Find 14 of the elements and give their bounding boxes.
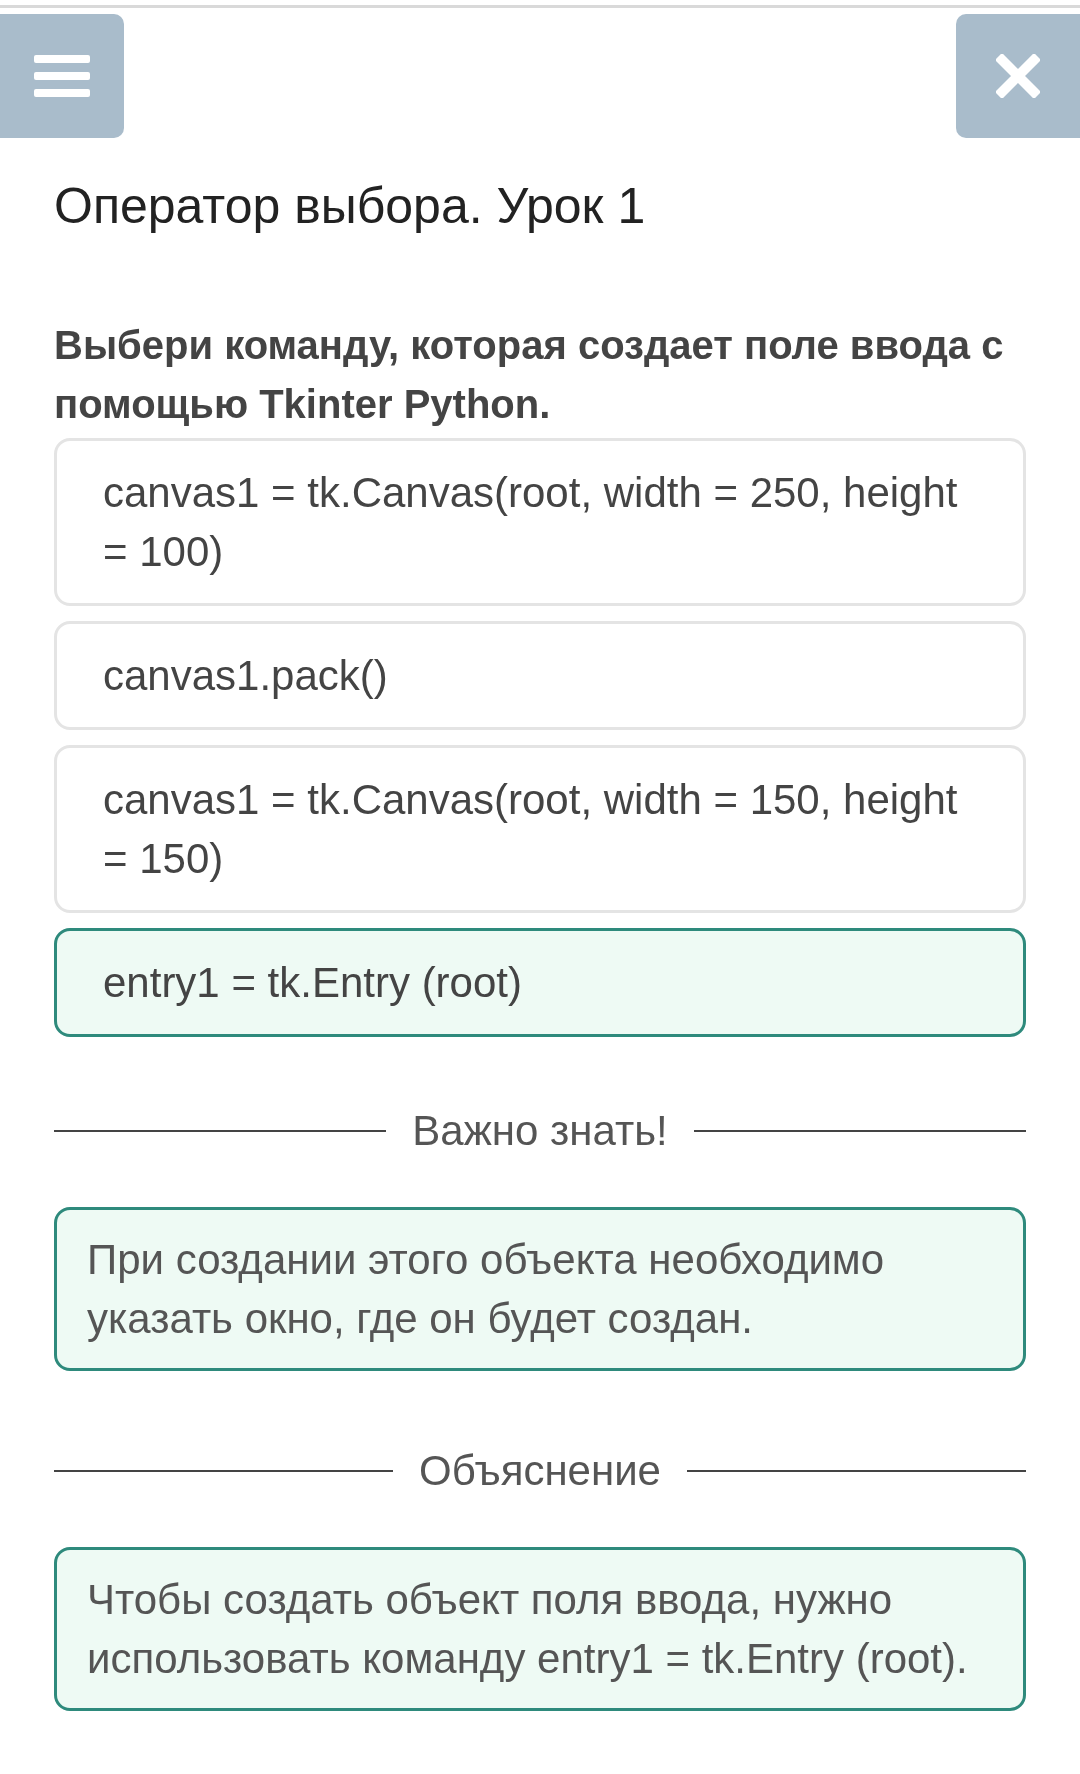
close-icon [996,54,1040,98]
menu-button[interactable] [0,14,124,138]
menu-icon [34,53,90,99]
answer-option[interactable]: canvas1.pack() [54,621,1026,730]
answer-option[interactable]: canvas1 = tk.Canvas(root, width = 250, height = 100) [54,438,1026,606]
question-text: Выбери команду, которая создает поле ввода с помощью Tkinter Python. [54,322,1005,428]
answer-option[interactable]: entry1 = tk.Entry (root) [54,928,1026,1037]
section-heading: Важно знать! [412,1106,668,1156]
close-button[interactable] [956,14,1080,138]
info-panel: Чтобы создать объект поля ввода, нужно использовать команду entry1 = tk.Entry (root). [54,1547,1026,1711]
lesson-title: Оператор выбора. Урок 1 [54,177,647,236]
section-heading: Объяснение [419,1446,661,1496]
answer-option[interactable]: canvas1 = tk.Canvas(root, width = 150, height = 150) [54,745,1026,913]
info-panel: При создании этого объекта необходимо указать окно, где он будет создан. [54,1207,1026,1371]
